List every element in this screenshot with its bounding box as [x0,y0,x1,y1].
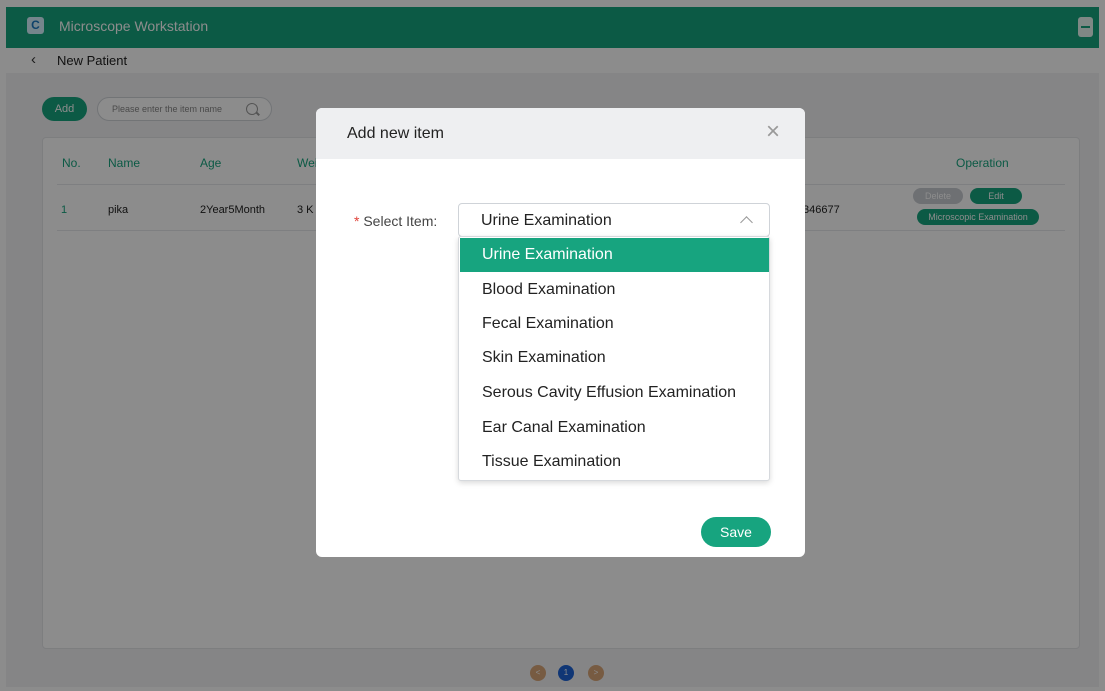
select-item-dropdown[interactable]: Urine Examination [458,203,770,237]
close-icon[interactable]: × [766,120,780,144]
dialog-header: Add new item × [316,108,805,159]
option-blood-examination[interactable]: Blood Examination [460,273,769,307]
select-item-options: Urine Examination Blood Examination Feca… [458,236,770,481]
option-serous-cavity-effusion-examination[interactable]: Serous Cavity Effusion Examination [460,376,769,410]
save-button[interactable]: Save [701,517,771,547]
option-fecal-examination[interactable]: Fecal Examination [460,307,769,341]
required-mark: * [354,213,360,229]
option-tissue-examination[interactable]: Tissue Examination [460,445,769,479]
select-item-label: * Select Item: [354,213,437,229]
chevron-up-icon[interactable] [740,216,753,229]
option-skin-examination[interactable]: Skin Examination [460,341,769,375]
dialog-title: Add new item [347,125,444,142]
option-urine-examination[interactable]: Urine Examination [460,238,769,272]
select-item-label-text: Select Item: [363,213,438,229]
select-item-value: Urine Examination [481,212,612,229]
option-ear-canal-examination[interactable]: Ear Canal Examination [460,411,769,445]
